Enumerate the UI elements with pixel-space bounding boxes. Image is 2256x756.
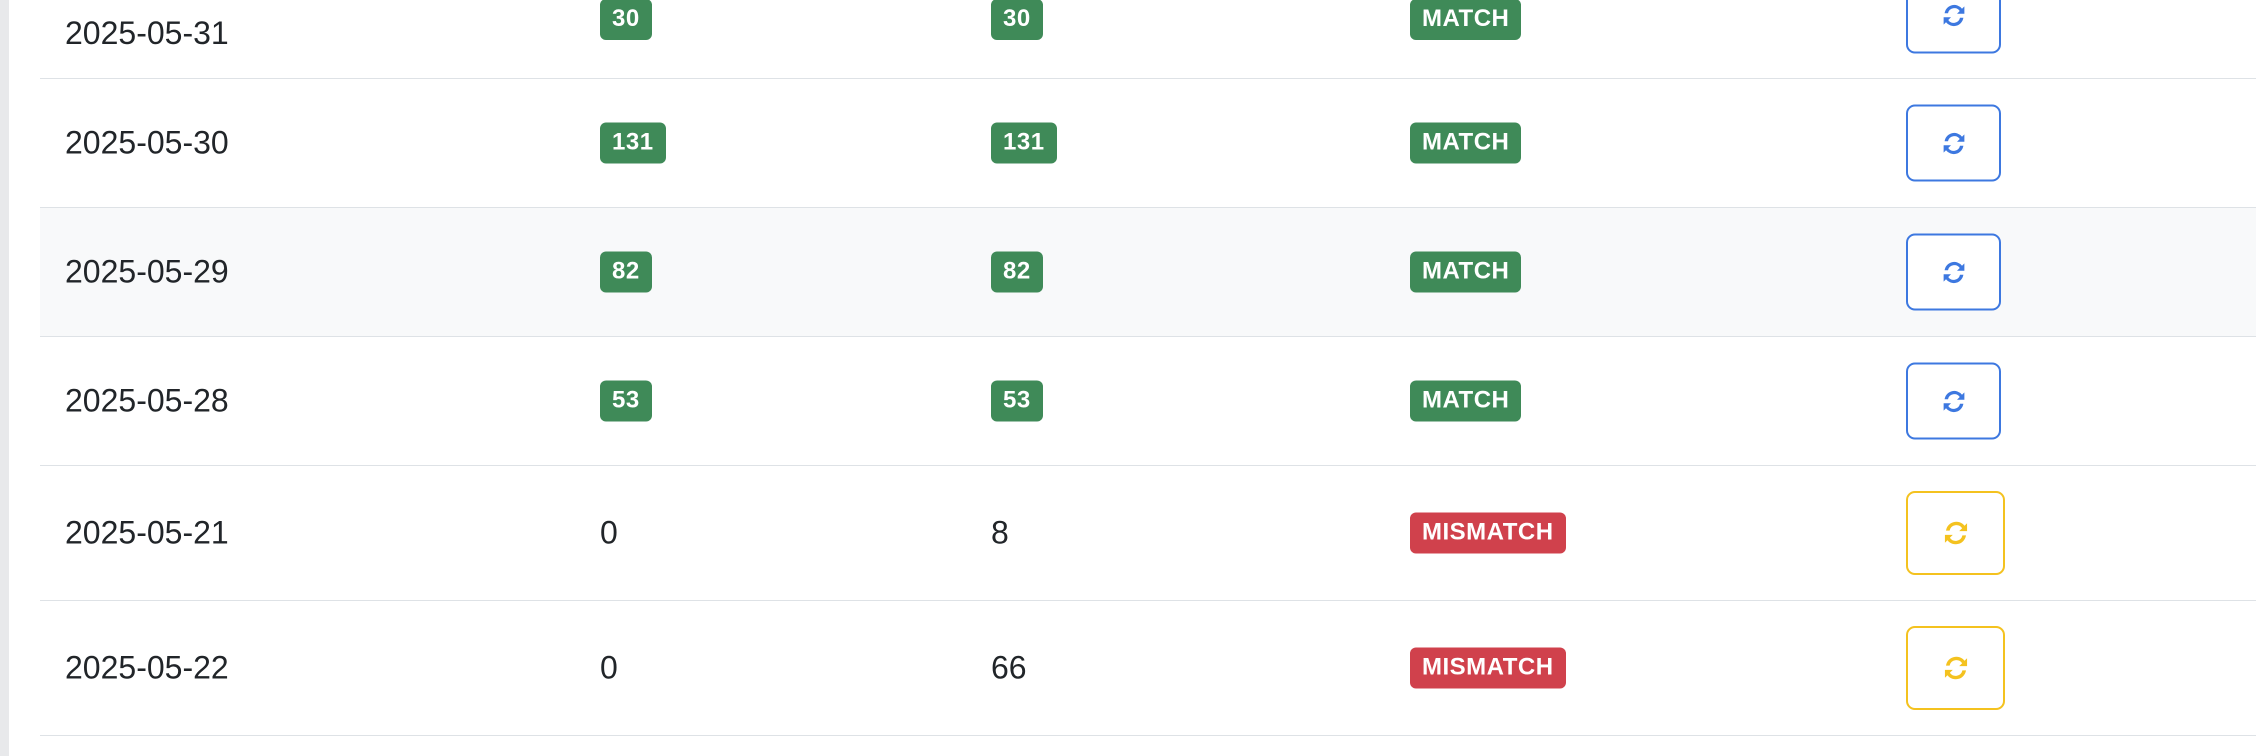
status-badge: MATCH xyxy=(1410,251,1522,293)
count-a-value: 0 xyxy=(600,649,618,686)
refresh-button[interactable] xyxy=(1906,491,2005,575)
table-row: 2025-05-30 131 131 MATCH xyxy=(40,79,2256,208)
table-row: 2025-05-22 0 66 MISMATCH xyxy=(40,601,2256,736)
refresh-button[interactable] xyxy=(1906,626,2005,710)
row-date: 2025-05-21 xyxy=(65,514,229,551)
count-b-badge: 131 xyxy=(991,122,1057,164)
status-match: MATCH xyxy=(1410,122,1522,164)
status-badge: MATCH xyxy=(1410,0,1522,40)
count-b-badge: 30 xyxy=(991,0,1043,40)
table-row: 2025-05-31 30 30 MATCH xyxy=(40,0,2256,79)
count-a-value: 53 xyxy=(600,380,652,422)
count-b-value: 8 xyxy=(991,514,1009,551)
reconciliation-table: 2025-05-31 30 30 MATCH 2025-05-30 131 13… xyxy=(40,0,2256,736)
row-date: 2025-05-22 xyxy=(65,649,229,686)
count-a-badge: 131 xyxy=(600,122,666,164)
refresh-icon xyxy=(1939,257,1969,287)
refresh-button[interactable] xyxy=(1906,104,2001,182)
table-row: 2025-05-28 53 53 MATCH xyxy=(40,337,2256,466)
row-date: 2025-05-29 xyxy=(65,253,229,290)
left-scroll-rail xyxy=(0,0,9,756)
count-a-badge: 53 xyxy=(600,380,652,422)
refresh-button[interactable] xyxy=(1906,362,2001,440)
page: 2025-05-31 30 30 MATCH 2025-05-30 131 13… xyxy=(0,0,2256,756)
count-b-value: 53 xyxy=(991,380,1043,422)
row-date: 2025-05-28 xyxy=(65,382,229,419)
refresh-icon xyxy=(1939,128,1969,158)
refresh-icon xyxy=(1940,652,1972,684)
row-date: 2025-05-30 xyxy=(65,124,229,161)
refresh-icon xyxy=(1939,0,1969,30)
refresh-button[interactable] xyxy=(1906,233,2001,311)
table-row: 2025-05-21 0 8 MISMATCH xyxy=(40,466,2256,601)
status-mismatch: MISMATCH xyxy=(1410,512,1566,554)
status-match: MATCH xyxy=(1410,380,1522,422)
count-a-value: 82 xyxy=(600,251,652,293)
status-mismatch: MISMATCH xyxy=(1410,647,1566,689)
status-badge: MATCH xyxy=(1410,380,1522,422)
refresh-button[interactable] xyxy=(1906,0,2001,54)
status-match: MATCH xyxy=(1410,251,1522,293)
count-a-value: 131 xyxy=(600,122,666,164)
status-badge: MISMATCH xyxy=(1410,512,1566,554)
count-a-badge: 82 xyxy=(600,251,652,293)
table-row: 2025-05-29 82 82 MATCH xyxy=(40,208,2256,337)
status-badge: MISMATCH xyxy=(1410,647,1566,689)
count-b-value: 82 xyxy=(991,251,1043,293)
refresh-icon xyxy=(1940,517,1972,549)
count-b-value: 66 xyxy=(991,649,1027,686)
count-a-badge: 30 xyxy=(600,0,652,40)
refresh-icon xyxy=(1939,386,1969,416)
count-b-badge: 82 xyxy=(991,251,1043,293)
count-a-value: 30 xyxy=(600,0,652,40)
count-b-value: 131 xyxy=(991,122,1057,164)
status-match: MATCH xyxy=(1410,0,1522,40)
row-date: 2025-05-31 xyxy=(65,15,229,51)
count-b-value: 30 xyxy=(991,0,1043,40)
status-badge: MATCH xyxy=(1410,122,1522,164)
count-a-value: 0 xyxy=(600,514,618,551)
count-b-badge: 53 xyxy=(991,380,1043,422)
